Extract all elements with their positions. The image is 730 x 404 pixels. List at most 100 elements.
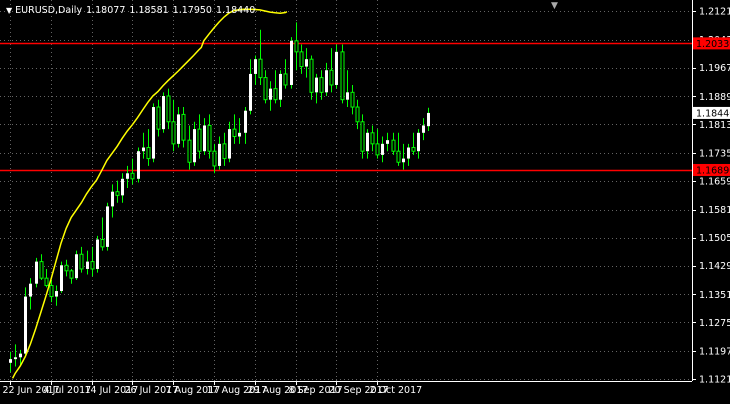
symbol-label: EURUSD,Daily	[15, 4, 83, 16]
candle-body	[222, 143, 227, 160]
candle-body	[346, 92, 349, 100]
candle-body	[422, 125, 425, 133]
candle-body	[309, 58, 314, 93]
candle-body	[391, 139, 396, 152]
chart-area: 1.212101.204301.196701.188901.181301.173…	[0, 0, 730, 400]
candle-body	[96, 239, 99, 269]
candle-body	[106, 206, 109, 247]
candle-body	[427, 112, 430, 127]
candle-body	[75, 254, 78, 279]
candle-body	[14, 357, 17, 360]
candle-body	[283, 73, 288, 86]
candle-body	[340, 51, 345, 101]
y-tick-label: 1.21210	[699, 7, 730, 18]
y-tick-label: 1.15810	[699, 205, 730, 216]
candle-body	[269, 88, 272, 100]
ohlc-close: 1.18440	[215, 4, 256, 16]
y-tick-label: 1.13510	[699, 290, 730, 301]
triangle-down-icon[interactable]: ▼	[551, 1, 558, 11]
candle-body	[294, 40, 299, 53]
candle-body	[228, 129, 231, 159]
candle-body	[249, 73, 252, 111]
candle-body	[111, 191, 114, 207]
candle-body	[115, 191, 120, 196]
horizontal-lines-layer	[0, 42, 692, 172]
candle-body	[232, 128, 237, 137]
y-tick-label: 1.19670	[699, 63, 730, 74]
candle-body	[177, 114, 180, 144]
candle-body	[152, 107, 155, 159]
candle-body	[381, 143, 384, 155]
candle-body	[86, 261, 89, 269]
candle-body	[55, 291, 58, 297]
candle-body	[156, 106, 161, 130]
candle-body	[181, 113, 186, 141]
candle-body	[193, 129, 196, 163]
candle-body	[146, 147, 151, 160]
candle-body	[35, 261, 38, 284]
candle-body	[130, 172, 135, 180]
candle-body	[319, 77, 324, 93]
candle-body	[411, 147, 416, 152]
candle-body	[315, 77, 318, 93]
candle-body	[244, 110, 247, 133]
candle-body	[212, 150, 217, 167]
x-tick-label: 2 Oct 2017	[370, 385, 423, 396]
ohlc-low: 1.17950	[172, 4, 212, 16]
candle-body	[299, 51, 304, 68]
candle-body	[39, 261, 44, 279]
candle-body	[417, 132, 420, 152]
candle-body	[69, 270, 74, 279]
candle-body	[350, 91, 355, 108]
candle-body	[203, 125, 206, 152]
candle-body	[19, 353, 22, 358]
y-tick-label: 1.17350	[699, 149, 730, 160]
candle-body	[263, 77, 268, 101]
y-tick-label: 1.11210	[699, 375, 730, 386]
candle-body	[90, 261, 95, 270]
ohlc-open: 1.18077	[86, 4, 126, 16]
candle-body	[121, 178, 124, 196]
candle-body	[402, 158, 405, 163]
candle-body	[290, 40, 293, 85]
candle-body	[126, 173, 129, 179]
candle-body	[254, 59, 257, 74]
candle-body	[273, 88, 278, 101]
candle-body	[197, 128, 202, 152]
candle-body	[329, 69, 334, 86]
candle-body	[142, 147, 145, 152]
candle-body	[162, 96, 165, 130]
candle-body	[79, 253, 84, 270]
ohlc-high: 1.18581	[129, 4, 169, 16]
y-tick-label: 1.15050	[699, 233, 730, 244]
y-tick-label: 1.14290	[699, 261, 730, 272]
axes-layer: 1.212101.204301.196701.188901.181301.173…	[0, 0, 730, 396]
hline-price-label: 1.20330	[696, 39, 730, 50]
price-chart: 1.212101.204301.196701.188901.181301.173…	[0, 0, 730, 396]
y-tick-label: 1.18130	[699, 120, 730, 131]
candle-body	[9, 359, 12, 363]
candle-body	[325, 70, 328, 93]
candle-body	[166, 95, 171, 123]
candle-body	[44, 277, 49, 287]
candle-body	[305, 59, 308, 67]
candle-body	[375, 143, 380, 156]
candle-body	[386, 140, 389, 144]
y-tick-label: 1.18890	[699, 92, 730, 103]
candle-body	[29, 283, 32, 297]
chart-title-bar: ▼ EURUSD,Daily 1.18077 1.18581 1.17950 1.1844…	[6, 3, 255, 17]
candle-body	[366, 132, 369, 152]
candle-body	[279, 73, 282, 100]
current-price-label: 1.18440	[696, 108, 730, 119]
triangle-down-icon[interactable]: ▼	[6, 6, 12, 15]
candle-body	[360, 121, 365, 152]
candle-body	[396, 150, 401, 163]
candle-body	[335, 51, 338, 85]
candle-body	[407, 147, 410, 159]
candle-body	[258, 58, 263, 79]
candle-body	[207, 124, 212, 152]
candle-body	[100, 239, 105, 248]
candle-body	[187, 139, 192, 163]
candle-body	[218, 143, 221, 166]
candle-body	[60, 265, 63, 292]
